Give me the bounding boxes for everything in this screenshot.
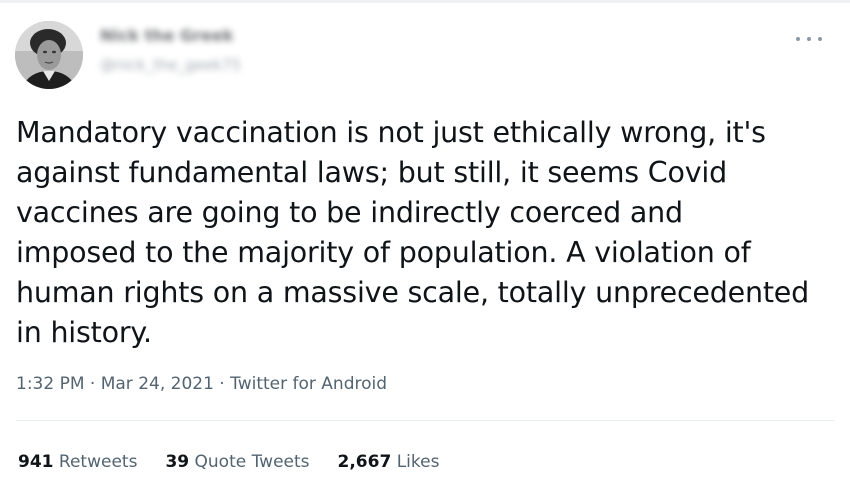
- quote-tweets-label: Quote Tweets: [194, 452, 310, 472]
- likes-label: Likes: [396, 452, 440, 472]
- more-horizontal-icon: [807, 37, 811, 41]
- retweets-stat[interactable]: 941 Retweets: [18, 452, 137, 472]
- meta-separator: ·: [213, 374, 231, 394]
- meta-separator: ·: [84, 374, 101, 394]
- likes-count: 2,667: [337, 452, 392, 472]
- more-options-button[interactable]: [796, 32, 822, 46]
- author-display-name[interactable]: Nick the Greek: [100, 26, 241, 46]
- quote-tweets-stat[interactable]: 39 Quote Tweets: [165, 452, 309, 472]
- top-divider: [0, 0, 850, 3]
- tweet-stats: 941 Retweets 39 Quote Tweets 2,667 Likes: [18, 452, 439, 472]
- retweets-count: 941: [18, 452, 54, 472]
- more-horizontal-icon: [818, 37, 822, 41]
- likes-stat[interactable]: 2,667 Likes: [338, 452, 440, 472]
- divider: [16, 420, 834, 421]
- tweet-text-line: Mandatory vaccination is not just ethica…: [16, 116, 766, 149]
- tweet-text-line: vaccines are going to be indirectly coer…: [16, 196, 683, 229]
- more-horizontal-icon: [796, 37, 800, 41]
- tweet-text: Mandatory vaccination is not just ethica…: [16, 113, 826, 353]
- tweet-text-line: in history.: [16, 316, 152, 349]
- tweet-text-line: against fundamental laws; but still, it …: [16, 156, 728, 189]
- tweet-text-line: imposed to the majority of population. A…: [16, 236, 751, 269]
- tweet-card: Nick the Greek @nick_the_geek75 Mandator…: [0, 0, 850, 504]
- tweet-time[interactable]: 1:32 PM: [16, 374, 85, 394]
- author-block: Nick the Greek @nick_the_geek75: [100, 26, 241, 74]
- avatar[interactable]: [15, 21, 83, 89]
- retweets-label: Retweets: [58, 452, 138, 472]
- tweet-date[interactable]: Mar 24, 2021: [101, 374, 214, 394]
- avatar-photo: [15, 21, 83, 89]
- author-handle[interactable]: @nick_the_geek75: [100, 56, 241, 74]
- quote-tweets-count: 39: [165, 452, 190, 472]
- tweet-metadata: 1:32 PM · Mar 24, 2021 · Twitter for And…: [16, 374, 387, 394]
- tweet-source[interactable]: Twitter for Android: [230, 374, 387, 394]
- tweet-text-line: human rights on a massive scale, totally…: [16, 276, 810, 309]
